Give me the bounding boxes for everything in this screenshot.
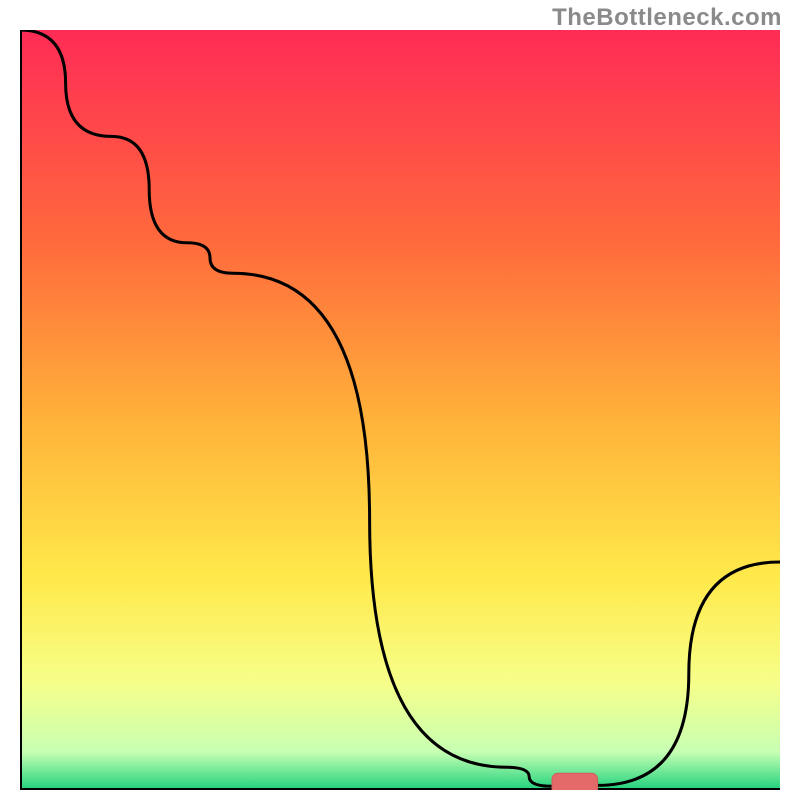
optimum-marker [552,773,598,790]
plot-area [20,30,780,790]
chart-frame: TheBottleneck.com [0,0,800,800]
chart-svg [20,30,780,790]
watermark-text: TheBottleneck.com [552,4,782,32]
